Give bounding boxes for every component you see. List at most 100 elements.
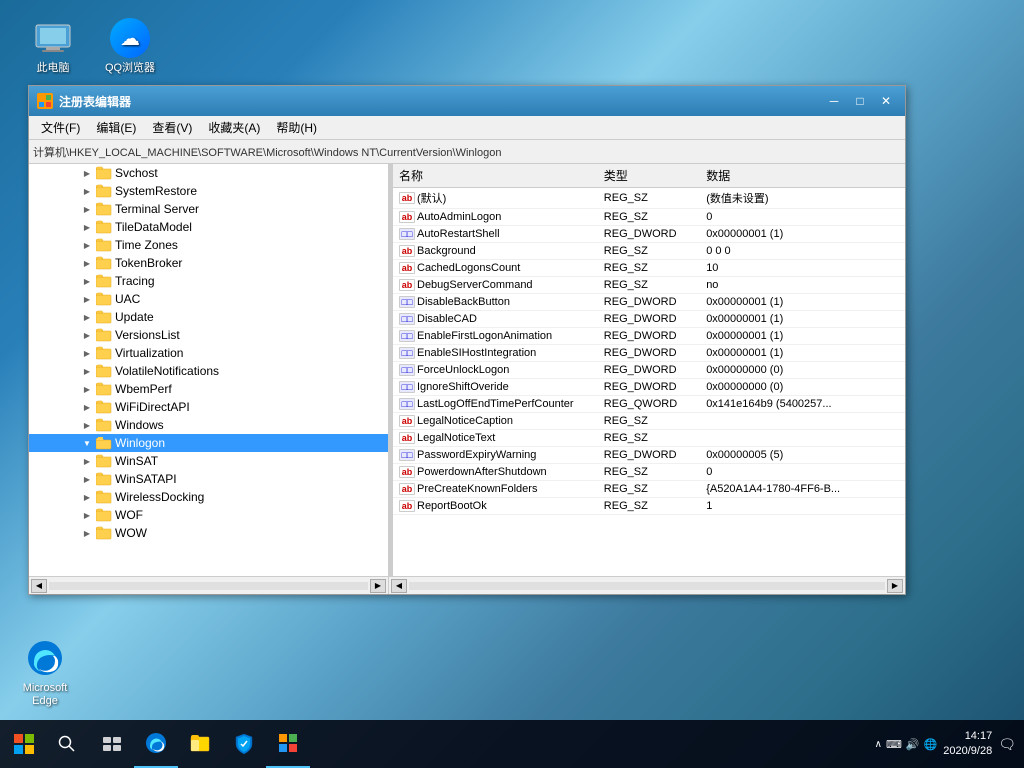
reg-type: REG_QWORD xyxy=(598,396,700,413)
table-row[interactable]: □□AutoRestartShellREG_DWORD0x00000001 (1… xyxy=(393,226,905,243)
reg-name-cell: □□ForceUnlockLogon xyxy=(393,362,598,379)
tree-item-uac[interactable]: ▶ UAC xyxy=(29,290,388,308)
reg-name: IgnoreShiftOveride xyxy=(417,381,509,393)
minimize-button[interactable]: ─ xyxy=(823,92,845,110)
tree-scrollbar[interactable]: ◀ ▶ xyxy=(29,577,389,594)
folder-icon-windows xyxy=(96,418,112,432)
close-button[interactable]: ✕ xyxy=(875,92,897,110)
table-row[interactable]: abCachedLogonsCountREG_SZ10 xyxy=(393,260,905,277)
tree-item-wow[interactable]: ▶ WOW xyxy=(29,524,388,542)
tree-item-wof[interactable]: ▶ WOF xyxy=(29,506,388,524)
folder-icon-tracing xyxy=(96,274,112,288)
tree-label-uac: UAC xyxy=(115,292,140,306)
reg-data: 0x00000005 (5) xyxy=(700,447,905,464)
menu-help[interactable]: 帮助(H) xyxy=(268,117,325,138)
table-row[interactable]: □□EnableFirstLogonAnimationREG_DWORD0x00… xyxy=(393,328,905,345)
menu-favorites[interactable]: 收藏夹(A) xyxy=(200,117,268,138)
table-row[interactable]: □□PasswordExpiryWarningREG_DWORD0x000000… xyxy=(393,447,905,464)
maximize-button[interactable]: □ xyxy=(849,92,871,110)
expand-arrow-wirelessdocking: ▶ xyxy=(81,491,93,503)
values-scrollbar[interactable]: ◀ ▶ xyxy=(389,577,905,594)
tree-item-systemrestore[interactable]: ▶ SystemRestore xyxy=(29,182,388,200)
tree-item-update[interactable]: ▶ Update xyxy=(29,308,388,326)
tray-caret[interactable]: ∧ xyxy=(875,739,882,750)
reg-type: REG_DWORD xyxy=(598,328,700,345)
table-row[interactable]: abDebugServerCommandREG_SZno xyxy=(393,277,905,294)
table-row[interactable]: □□ForceUnlockLogonREG_DWORD0x00000000 (0… xyxy=(393,362,905,379)
taskbar-edge[interactable] xyxy=(134,720,178,768)
title-bar: 注册表编辑器 ─ □ ✕ xyxy=(29,86,905,116)
scroll-right-arrow[interactable]: ▶ xyxy=(370,579,386,593)
menu-file[interactable]: 文件(F) xyxy=(33,117,88,138)
taskview-button[interactable] xyxy=(90,720,134,768)
desktop-icon-edge[interactable]: Microsoft Edge xyxy=(10,638,80,708)
main-content: ▶ Svchost ▶ SystemRestore ▶ xyxy=(29,164,905,576)
col-name: 名称 xyxy=(393,164,598,188)
table-row[interactable]: □□LastLogOffEndTimePerfCounterREG_QWORD0… xyxy=(393,396,905,413)
values-scroll-right[interactable]: ▶ xyxy=(887,579,903,593)
tray-keyboard[interactable]: ⌨ xyxy=(886,738,902,751)
tray-volume[interactable]: 🔊 xyxy=(906,738,920,751)
tree-item-volatilenotifications[interactable]: ▶ VolatileNotifications xyxy=(29,362,388,380)
tree-panel[interactable]: ▶ Svchost ▶ SystemRestore ▶ xyxy=(29,164,389,576)
values-scroll-track[interactable] xyxy=(409,582,885,590)
taskbar-regedit[interactable] xyxy=(266,720,310,768)
reg-type-icon: ab xyxy=(399,432,415,444)
table-row[interactable]: abBackgroundREG_SZ0 0 0 xyxy=(393,243,905,260)
reg-type-icon: ab xyxy=(399,211,415,223)
tree-item-winsatapi[interactable]: ▶ WinSATAPI xyxy=(29,470,388,488)
tree-label-terminalserver: Terminal Server xyxy=(115,202,199,216)
table-row[interactable]: □□EnableSIHostIntegrationREG_DWORD0x0000… xyxy=(393,345,905,362)
desktop-icon-qq[interactable]: ☁ QQ浏览器 xyxy=(95,18,165,75)
clock-display[interactable]: 14:17 2020/9/28 xyxy=(943,729,992,760)
reg-type: REG_DWORD xyxy=(598,447,700,464)
values-panel[interactable]: 名称 类型 数据 ab(默认)REG_SZ(数值未设置)abAutoAdminL… xyxy=(393,164,905,576)
table-row[interactable]: abLegalNoticeTextREG_SZ xyxy=(393,430,905,447)
tree-item-timezones[interactable]: ▶ Time Zones xyxy=(29,236,388,254)
tree-item-winlogon[interactable]: ▼ Winlogon xyxy=(29,434,388,452)
table-row[interactable]: □□IgnoreShiftOverideREG_DWORD0x00000000 … xyxy=(393,379,905,396)
reg-type-icon: □□ xyxy=(399,398,415,410)
notification-button[interactable]: 🗨 xyxy=(998,736,1016,753)
taskbar-search[interactable] xyxy=(48,725,86,763)
tree-item-wifidirectapi[interactable]: ▶ WiFiDirectAPI xyxy=(29,398,388,416)
reg-type-icon: □□ xyxy=(399,313,415,325)
taskbar-security[interactable] xyxy=(222,720,266,768)
scroll-track-left[interactable] xyxy=(49,582,368,590)
expand-arrow-virtualization: ▶ xyxy=(81,347,93,359)
scroll-left-arrow[interactable]: ◀ xyxy=(31,579,47,593)
table-row[interactable]: □□DisableCADREG_DWORD0x00000001 (1) xyxy=(393,311,905,328)
tree-item-wbemperf[interactable]: ▶ WbemPerf xyxy=(29,380,388,398)
folder-icon-tiledatamodel xyxy=(96,220,112,234)
menu-bar: 文件(F) 编辑(E) 查看(V) 收藏夹(A) 帮助(H) xyxy=(29,116,905,140)
desktop-icon-mypc[interactable]: 此电脑 xyxy=(18,18,88,75)
table-row[interactable]: abLegalNoticeCaptionREG_SZ xyxy=(393,413,905,430)
tree-item-virtualization[interactable]: ▶ Virtualization xyxy=(29,344,388,362)
tree-item-tokenbroker[interactable]: ▶ TokenBroker xyxy=(29,254,388,272)
menu-edit[interactable]: 编辑(E) xyxy=(88,117,144,138)
start-button[interactable] xyxy=(0,720,48,768)
table-row[interactable]: abPreCreateKnownFoldersREG_SZ{A520A1A4-1… xyxy=(393,481,905,498)
tree-item-winsat[interactable]: ▶ WinSAT xyxy=(29,452,388,470)
tree-item-windows[interactable]: ▶ Windows xyxy=(29,416,388,434)
tray-network[interactable]: 🌐 xyxy=(924,738,938,751)
tree-item-terminalserver[interactable]: ▶ Terminal Server xyxy=(29,200,388,218)
mypc-icon xyxy=(33,18,73,58)
tree-item-tracing[interactable]: ▶ Tracing xyxy=(29,272,388,290)
tree-item-versionslist[interactable]: ▶ VersionsList xyxy=(29,326,388,344)
values-scroll-left[interactable]: ◀ xyxy=(391,579,407,593)
table-row[interactable]: abReportBootOkREG_SZ1 xyxy=(393,498,905,515)
table-row[interactable]: □□DisableBackButtonREG_DWORD0x00000001 (… xyxy=(393,294,905,311)
reg-name-cell: abCachedLogonsCount xyxy=(393,260,598,277)
tree-item-tiledatamodel[interactable]: ▶ TileDataModel xyxy=(29,218,388,236)
table-row[interactable]: abPowerdownAfterShutdownREG_SZ0 xyxy=(393,464,905,481)
tree-item-svchost[interactable]: ▶ Svchost xyxy=(29,164,388,182)
table-row[interactable]: abAutoAdminLogonREG_SZ0 xyxy=(393,209,905,226)
taskbar-explorer[interactable] xyxy=(178,720,222,768)
menu-view[interactable]: 查看(V) xyxy=(144,117,200,138)
expand-arrow-tracing: ▶ xyxy=(81,275,93,287)
reg-type: REG_DWORD xyxy=(598,226,700,243)
tree-item-wirelessdocking[interactable]: ▶ WirelessDocking xyxy=(29,488,388,506)
table-row[interactable]: ab(默认)REG_SZ(数值未设置) xyxy=(393,188,905,209)
tree-label-versionslist: VersionsList xyxy=(115,328,180,342)
